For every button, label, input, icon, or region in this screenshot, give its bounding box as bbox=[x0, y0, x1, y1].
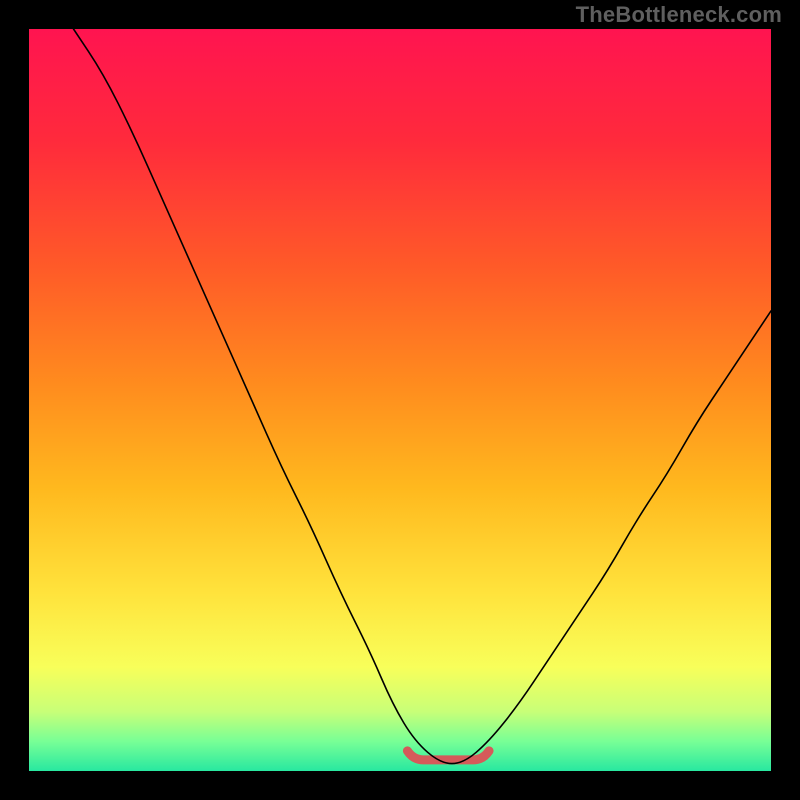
bottleneck-chart bbox=[29, 29, 771, 771]
watermark-label: TheBottleneck.com bbox=[576, 2, 782, 28]
chart-frame: TheBottleneck.com bbox=[0, 0, 800, 800]
gradient-background bbox=[29, 29, 771, 771]
plot-area bbox=[29, 29, 771, 771]
